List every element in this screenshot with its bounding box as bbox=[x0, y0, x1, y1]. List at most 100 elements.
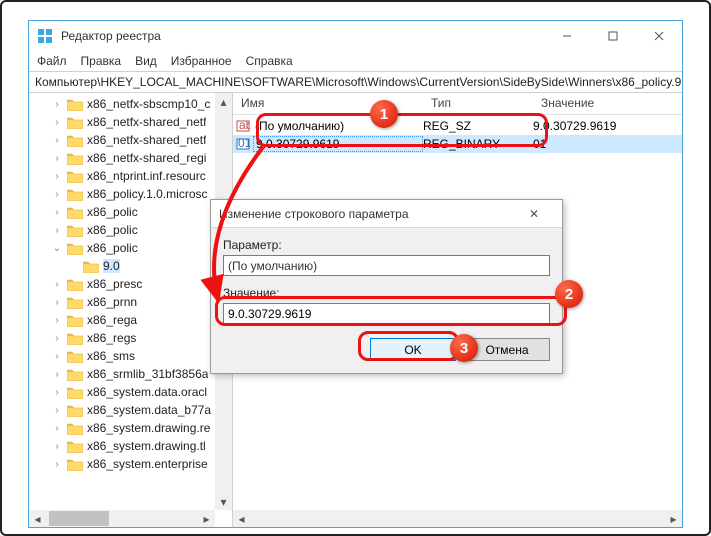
value-name: 9.0.30729.9619 bbox=[253, 136, 423, 152]
expand-icon[interactable]: › bbox=[51, 297, 63, 308]
param-name-field[interactable] bbox=[223, 255, 550, 276]
dialog-title: Изменение строкового параметра bbox=[219, 207, 514, 221]
tree-item-label: x86_netfx-shared_regi bbox=[87, 151, 206, 165]
tree-item[interactable]: › x86_prnn bbox=[29, 293, 232, 311]
binary-value-icon: 011 bbox=[233, 137, 253, 151]
tree-item[interactable]: › x86_srmlib_31bf3856a bbox=[29, 365, 232, 383]
tree-item-label: x86_netfx-shared_netf bbox=[87, 115, 206, 129]
tree-item-label: x86_netfx-shared_netf bbox=[87, 133, 206, 147]
folder-icon bbox=[67, 440, 83, 453]
expand-icon[interactable]: › bbox=[51, 153, 63, 164]
folder-icon bbox=[67, 152, 83, 165]
scroll-right-icon[interactable]: ▸ bbox=[198, 510, 215, 527]
tree-item[interactable]: › x86_system.enterprise bbox=[29, 455, 232, 473]
tree-item[interactable]: ›x86_ntprint.inf.resourc bbox=[29, 167, 232, 185]
list-row[interactable]: ab(По умолчанию)REG_SZ9.0.30729.9619 bbox=[233, 117, 682, 135]
scroll-left-icon[interactable]: ◂ bbox=[29, 510, 46, 527]
expand-icon[interactable]: ⌄ bbox=[51, 243, 63, 254]
address-bar[interactable]: Компьютер\HKEY_LOCAL_MACHINE\SOFTWARE\Mi… bbox=[29, 71, 682, 93]
tree-item[interactable]: › x86_netfx-shared_regi bbox=[29, 149, 232, 167]
tree-item-label: x86_prnn bbox=[87, 295, 137, 309]
expand-icon[interactable]: › bbox=[51, 207, 63, 218]
svg-text:ab: ab bbox=[239, 119, 250, 132]
titlebar[interactable]: Редактор реестра bbox=[29, 21, 682, 51]
tree-item[interactable]: ⌄x86_polic bbox=[29, 239, 232, 257]
tree-item[interactable]: ›x86_sms bbox=[29, 347, 232, 365]
menu-help[interactable]: Справка bbox=[246, 54, 293, 68]
tree-item[interactable]: ›x86_system.data_b77a bbox=[29, 401, 232, 419]
tree-item[interactable]: › x86_netfx-shared_netf bbox=[29, 113, 232, 131]
expand-icon[interactable]: › bbox=[51, 117, 63, 128]
expand-icon[interactable]: › bbox=[51, 405, 63, 416]
expand-icon[interactable]: › bbox=[51, 387, 63, 398]
callout-number-1: 1 bbox=[370, 100, 398, 128]
expand-icon[interactable]: › bbox=[51, 369, 63, 380]
expand-icon[interactable]: › bbox=[51, 225, 63, 236]
expand-icon[interactable]: › bbox=[51, 315, 63, 326]
maximize-button[interactable] bbox=[590, 21, 636, 51]
tree-item[interactable]: ›x86_policy.1.0.microsc bbox=[29, 185, 232, 203]
value-data: 9.0.30729.9619 bbox=[533, 119, 682, 133]
tree-item[interactable]: ›x86_presc bbox=[29, 275, 232, 293]
tree-item-label: x86_polic bbox=[87, 223, 138, 237]
expand-icon[interactable]: › bbox=[51, 423, 63, 434]
dialog-titlebar[interactable]: Изменение строкового параметра ✕ bbox=[211, 200, 562, 228]
tree-item-label: x86_srmlib_31bf3856a bbox=[87, 367, 208, 381]
expand-icon[interactable]: › bbox=[51, 279, 63, 290]
scroll-up-icon[interactable]: ▴ bbox=[215, 93, 232, 110]
folder-icon bbox=[67, 386, 83, 399]
expand-icon[interactable]: › bbox=[51, 189, 63, 200]
ok-button[interactable]: OK bbox=[370, 338, 456, 361]
scroll-left-icon[interactable]: ◂ bbox=[233, 510, 250, 527]
column-type[interactable]: Тип bbox=[423, 93, 533, 114]
folder-icon bbox=[67, 368, 83, 381]
folder-icon bbox=[67, 188, 83, 201]
tree-item-label: x86_system.data.oracl bbox=[87, 385, 207, 399]
expand-icon[interactable]: › bbox=[51, 351, 63, 362]
folder-icon bbox=[67, 332, 83, 345]
folder-icon bbox=[67, 458, 83, 471]
list-scrollbar-horizontal[interactable]: ◂ ▸ bbox=[233, 510, 682, 527]
tree-pane[interactable]: ›x86_netfx-sbscmp10_c›x86_netfx-shared_n… bbox=[29, 93, 233, 527]
tree-item[interactable]: › x86_system.data.oracl bbox=[29, 383, 232, 401]
dialog-close-icon[interactable]: ✕ bbox=[514, 207, 554, 221]
column-value[interactable]: Значение bbox=[533, 93, 682, 114]
list-row[interactable]: 0119.0.30729.9619REG_BINARY01 bbox=[233, 135, 682, 153]
expand-icon[interactable]: › bbox=[51, 171, 63, 182]
expand-icon[interactable]: › bbox=[51, 99, 63, 110]
tree-item[interactable]: ›x86_system.drawing.re bbox=[29, 419, 232, 437]
tree-item[interactable]: ›x86_polic bbox=[29, 203, 232, 221]
folder-icon bbox=[67, 422, 83, 435]
tree-item-label: x86_system.drawing.tl bbox=[87, 439, 206, 453]
folder-icon bbox=[67, 98, 83, 111]
svg-text:011: 011 bbox=[238, 137, 250, 150]
menu-view[interactable]: Вид bbox=[135, 54, 157, 68]
expand-icon[interactable]: › bbox=[51, 459, 63, 470]
tree-item[interactable]: › x86_polic bbox=[29, 221, 232, 239]
expand-icon[interactable]: › bbox=[51, 333, 63, 344]
menu-edit[interactable]: Правка bbox=[81, 54, 122, 68]
tree-item[interactable]: › x86_netfx-shared_netf bbox=[29, 131, 232, 149]
tree-item[interactable]: ›x86_regs bbox=[29, 329, 232, 347]
param-label: Параметр: bbox=[223, 238, 550, 252]
expand-icon[interactable]: › bbox=[51, 135, 63, 146]
tree-scrollbar-horizontal[interactable]: ◂ ▸ bbox=[29, 510, 215, 527]
menu-favorites[interactable]: Избранное bbox=[171, 54, 232, 68]
edit-string-dialog: Изменение строкового параметра ✕ Парамет… bbox=[210, 199, 563, 374]
folder-icon bbox=[67, 404, 83, 417]
value-field[interactable] bbox=[223, 303, 550, 324]
tree-item-label: x86_system.enterprise bbox=[87, 457, 208, 471]
folder-icon bbox=[67, 242, 83, 255]
scroll-right-icon[interactable]: ▸ bbox=[665, 510, 682, 527]
tree-item[interactable]: › x86_system.drawing.tl bbox=[29, 437, 232, 455]
expand-icon[interactable]: › bbox=[51, 441, 63, 452]
scroll-thumb[interactable] bbox=[49, 511, 109, 526]
tree-item[interactable]: ›x86_netfx-sbscmp10_c bbox=[29, 95, 232, 113]
tree-item[interactable]: 9.0 bbox=[29, 257, 232, 275]
tree-item[interactable]: ›x86_rega bbox=[29, 311, 232, 329]
scroll-down-icon[interactable]: ▾ bbox=[215, 493, 232, 510]
list-header: Имя Тип Значение bbox=[233, 93, 682, 115]
minimize-button[interactable] bbox=[544, 21, 590, 51]
menu-file[interactable]: Файл bbox=[37, 54, 67, 68]
close-button[interactable] bbox=[636, 21, 682, 51]
